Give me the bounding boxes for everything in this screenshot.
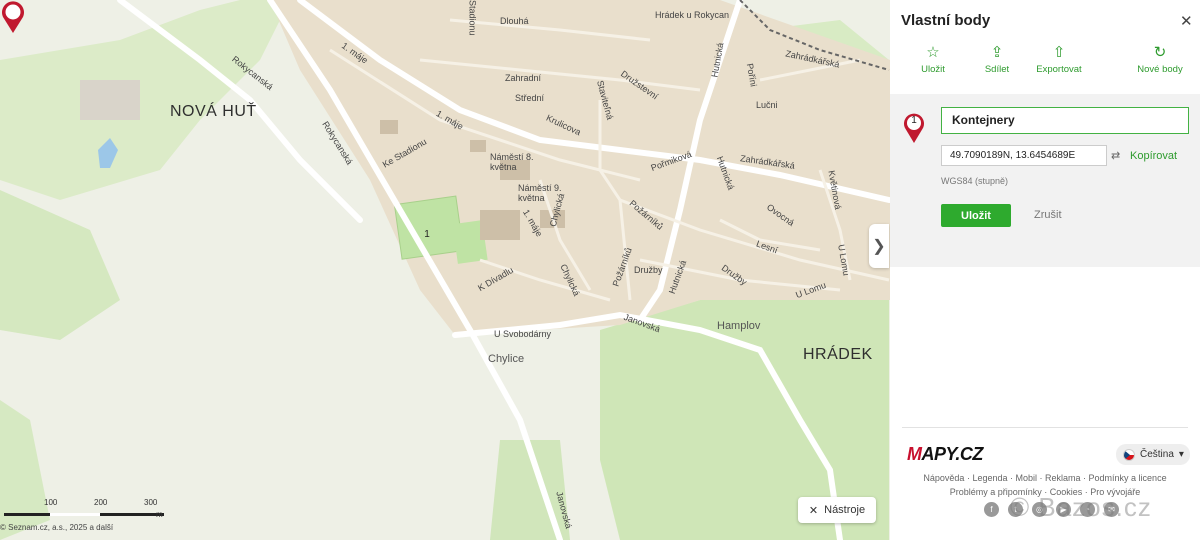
- street-label: Družby: [634, 265, 663, 275]
- share-label: Sdílet: [984, 64, 1010, 75]
- bazos-watermark: © Bazos.cz: [1010, 492, 1152, 522]
- scale-label: 200: [94, 498, 108, 507]
- street-label: Střední: [515, 93, 545, 103]
- place-nova-hut: NOVÁ HUŤ: [170, 103, 257, 120]
- footer-links-row1: Nápověda · Legenda · Mobil · Reklama · P…: [923, 473, 1167, 483]
- street-label: Dlouhá: [500, 16, 529, 26]
- footer-link[interactable]: Mobil: [1016, 473, 1038, 483]
- map-marker-icon[interactable]: [0, 0, 26, 34]
- street-label: Ke Stadionu: [467, 0, 478, 36]
- export-label: Exportovat: [1036, 64, 1082, 75]
- footer-link[interactable]: Nápověda: [923, 473, 964, 483]
- panel-collapse-chevron-icon[interactable]: ❯: [869, 224, 889, 268]
- map-canvas[interactable]: NOVÁ HUŤ HRÁDEK Hrádek u Rokycan Hamplov…: [0, 0, 890, 540]
- scale-label: 100: [44, 498, 58, 507]
- point-number: 1: [911, 115, 917, 126]
- tools-icon: ✕: [808, 504, 819, 517]
- coordinates-field[interactable]: 49.7090189N, 13.6454689E: [941, 145, 1107, 166]
- cancel-button[interactable]: Zrušit: [1034, 209, 1062, 221]
- tools-label: Nástroje: [824, 504, 866, 516]
- save-toolbar-button[interactable]: ☆ Uložit: [918, 44, 948, 75]
- scale-unit: m: [156, 510, 163, 519]
- coordinate-format-icon[interactable]: ⇄: [1111, 149, 1120, 162]
- share-button[interactable]: ⇪ Sdílet: [981, 44, 1013, 75]
- coordinate-system-label[interactable]: WGS84 (stupně): [941, 176, 1008, 186]
- map-copyright: © Seznam.cz, a.s., 2025 a další: [0, 523, 114, 532]
- place-namesti-8-kvetna: Náměstí 8. května: [490, 152, 534, 172]
- language-select[interactable]: Čeština ▾: [1116, 444, 1190, 465]
- place-chylice: Chylice: [488, 353, 525, 365]
- save-toolbar-label: Uložit: [921, 64, 945, 75]
- facebook-icon[interactable]: f: [984, 502, 999, 517]
- point-name-input[interactable]: Kontejnery: [941, 107, 1189, 134]
- street-label: U Svobodárny: [494, 329, 552, 339]
- map-marker-number: 1: [424, 229, 430, 240]
- new-points-button[interactable]: ↻ Nové body: [1134, 44, 1186, 75]
- footer-link[interactable]: Reklama: [1045, 473, 1081, 483]
- czech-flag-icon: [1123, 448, 1135, 461]
- language-label: Čeština: [1140, 449, 1174, 460]
- panel-title: Vlastní body: [901, 12, 991, 29]
- place-hradek-u-rokycan: Hrádek u Rokycan: [655, 10, 730, 20]
- scale-label: 300: [144, 498, 158, 507]
- panel-toolbar: ☆ Uložit ⇪ Sdílet ⇧ Exportovat ↻ Nové bo…: [890, 44, 1200, 84]
- point-editor: 1 Kontejnery 49.7090189N, 13.6454689E ⇄ …: [890, 94, 1200, 267]
- copy-coordinates-link[interactable]: Kopírovat: [1130, 150, 1177, 162]
- footer-link[interactable]: Legenda: [972, 473, 1007, 483]
- tools-button[interactable]: ✕ Nástroje: [798, 497, 876, 523]
- logo-text: APY.CZ: [921, 444, 984, 464]
- star-icon: ☆: [926, 44, 940, 61]
- chevron-down-icon: ▾: [1178, 449, 1184, 460]
- footer-divider: [902, 427, 1188, 428]
- export-icon: ⇧: [1052, 44, 1066, 61]
- new-points-label: Nové body: [1137, 64, 1183, 75]
- place-hamplov: Hamplov: [717, 320, 761, 332]
- custom-points-panel: Vlastní body ✕ ☆ Uložit ⇪ Sdílet ⇧ Expor…: [890, 0, 1200, 540]
- export-button[interactable]: ⇧ Exportovat: [1033, 44, 1085, 75]
- refresh-icon: ↻: [1153, 44, 1167, 61]
- street-label: Lučni: [756, 100, 778, 110]
- street-label: Zahradní: [505, 73, 542, 83]
- save-button[interactable]: Uložit: [941, 204, 1011, 227]
- mapy-cz-logo[interactable]: MAPY.CZ: [907, 444, 983, 465]
- footer-link[interactable]: Podmínky a licence: [1089, 473, 1167, 483]
- place-hradek: HRÁDEK: [803, 346, 873, 363]
- close-icon[interactable]: ✕: [1180, 12, 1193, 30]
- share-icon: ⇪: [990, 44, 1004, 61]
